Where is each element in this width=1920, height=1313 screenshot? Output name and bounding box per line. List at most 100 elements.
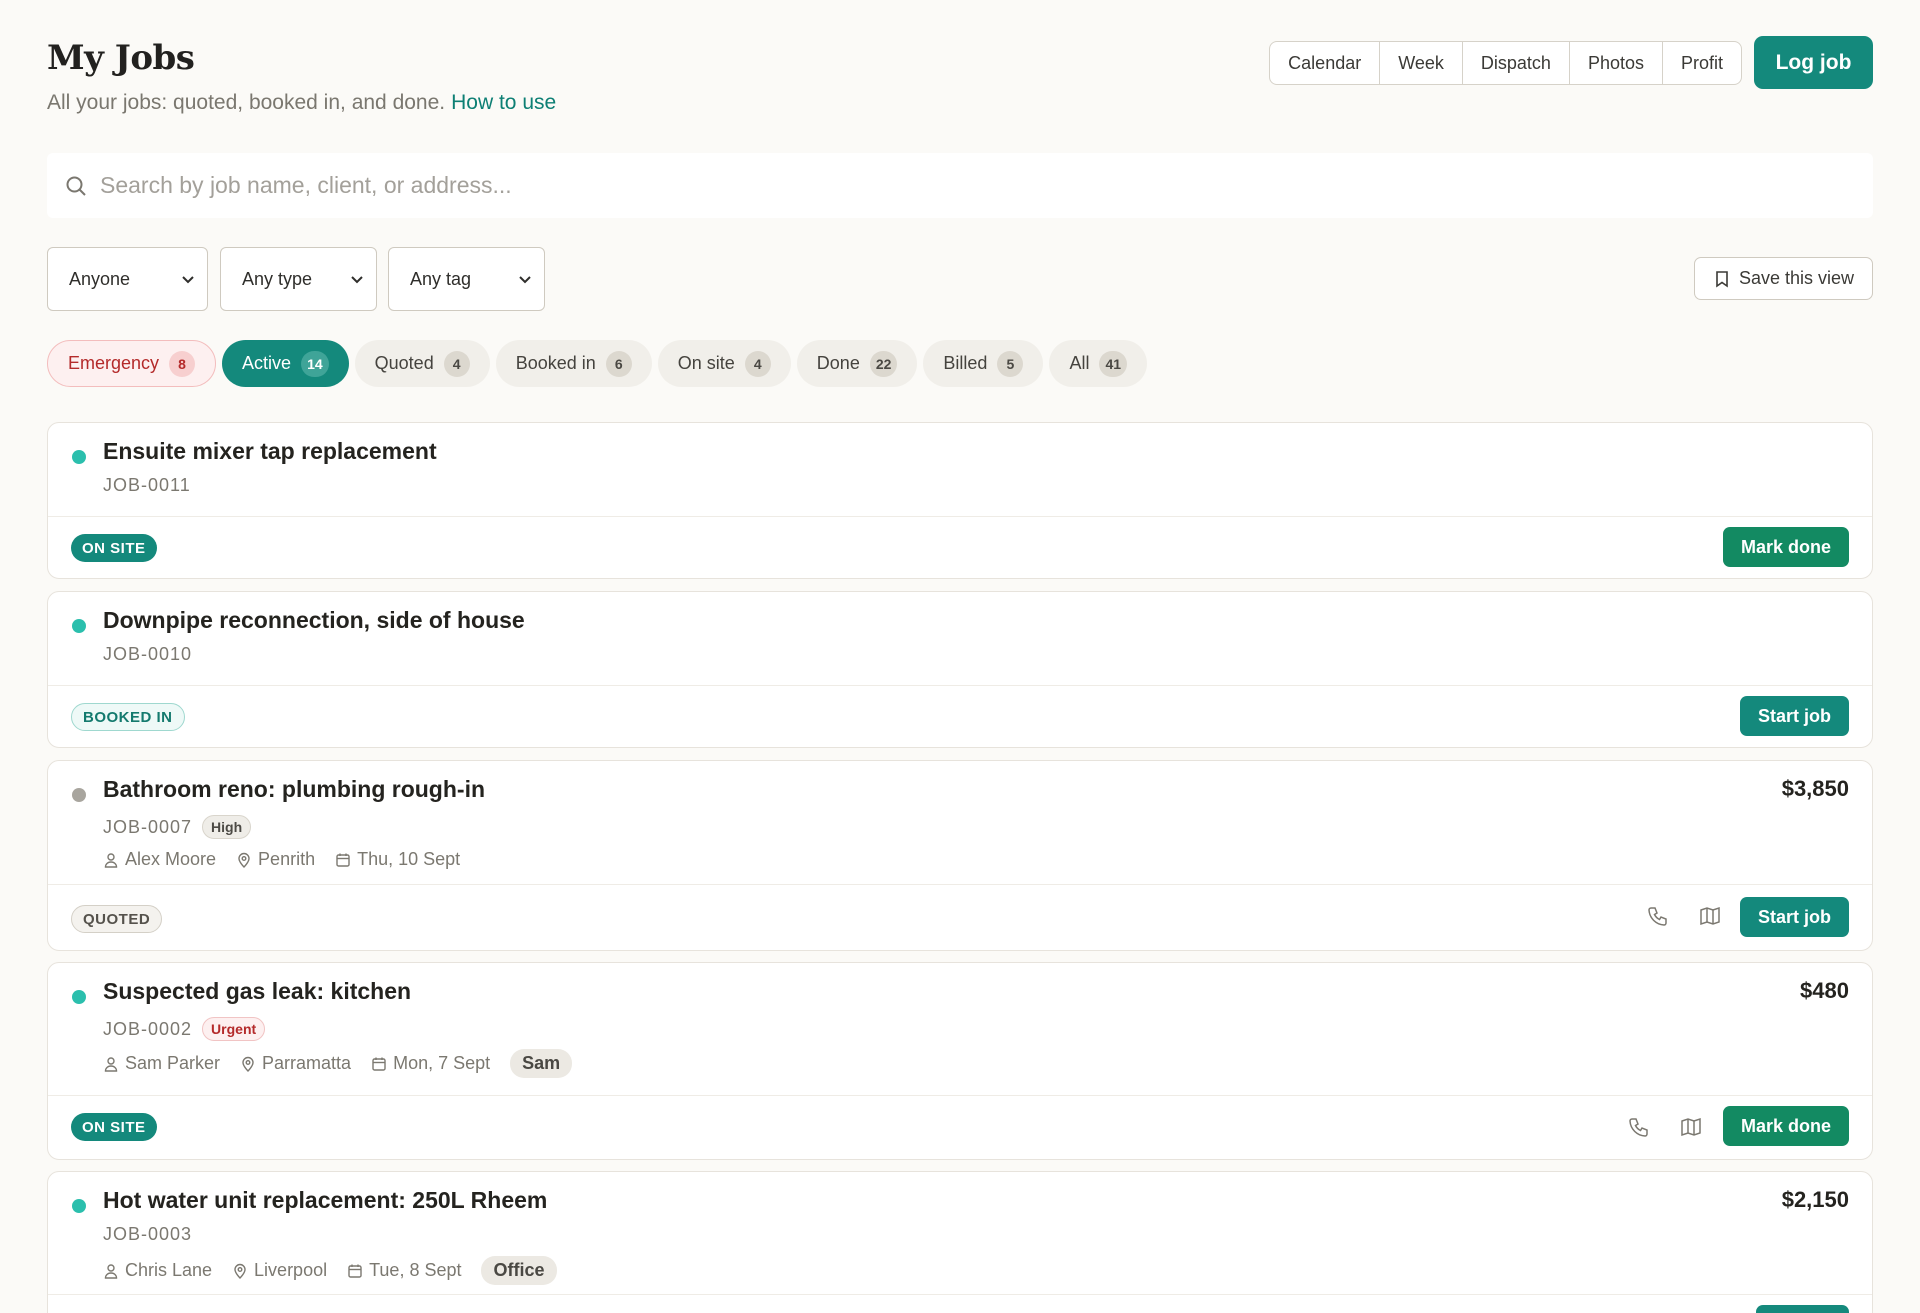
- person-filter-value: Anyone: [69, 268, 131, 289]
- job-card-footer: QUOTED Start job: [48, 884, 1872, 950]
- job-date: Tue, 8 Sept: [347, 1260, 461, 1281]
- job-price: $2,150: [1781, 1187, 1849, 1212]
- date: Mon, 7 Sept: [393, 1053, 491, 1073]
- person-filter-select[interactable]: Anyone: [47, 247, 208, 311]
- tab-count: 8: [169, 350, 196, 377]
- tab-label: Emergency: [68, 353, 160, 373]
- job-card[interactable]: Bathroom reno: plumbing rough-in $3,850 …: [47, 760, 1873, 951]
- job-number-row: JOB-0002 Urgent: [103, 1017, 266, 1041]
- type-filter-select[interactable]: Any type: [220, 247, 377, 311]
- phone-icon[interactable]: [1647, 905, 1669, 927]
- tab-booked-in[interactable]: Booked in 6: [495, 340, 652, 387]
- job-title[interactable]: Suspected gas leak: kitchen: [103, 978, 411, 1005]
- job-number: JOB-0010: [103, 644, 193, 664]
- job-number: JOB-0007: [103, 817, 193, 837]
- date: Tue, 8 Sept: [369, 1260, 462, 1280]
- search-input[interactable]: [100, 172, 1800, 199]
- user-icon: [104, 1056, 118, 1072]
- type-filter-value: Any type: [242, 268, 313, 289]
- job-title[interactable]: Bathroom reno: plumbing rough-in: [103, 776, 485, 803]
- job-title[interactable]: Downpipe reconnection, side of house: [103, 607, 525, 634]
- client-name: Chris Lane: [125, 1260, 213, 1280]
- tab-active[interactable]: Active 14: [222, 340, 349, 387]
- view-calendar-button[interactable]: Calendar: [1270, 42, 1379, 84]
- save-view-label: Save this view: [1738, 268, 1855, 288]
- status-badge: ON SITE: [71, 534, 157, 562]
- map-icon[interactable]: [1699, 905, 1721, 927]
- mark-done-button[interactable]: Mark done: [1722, 527, 1849, 567]
- search-bar: [47, 153, 1873, 218]
- suburb: Parramatta: [262, 1053, 352, 1073]
- job-title[interactable]: Hot water unit replacement: 250L Rheem: [103, 1187, 547, 1214]
- view-profit-button[interactable]: Profit: [1661, 42, 1741, 84]
- status-badge: BOOKED IN: [71, 703, 185, 731]
- client-name: Alex Moore: [125, 849, 217, 869]
- tab-label: Booked in: [515, 353, 596, 373]
- save-view-button[interactable]: Save this view: [1694, 257, 1873, 300]
- job-card[interactable]: Ensuite mixer tap replacement JOB-0011 O…: [47, 422, 1873, 579]
- tab-count: 4: [443, 350, 470, 377]
- tab-label: Billed: [943, 353, 988, 373]
- tab-count: 41: [1099, 350, 1128, 377]
- tab-count: 22: [869, 350, 898, 377]
- tab-label: All: [1069, 353, 1090, 373]
- job-card[interactable]: Hot water unit replacement: 250L Rheem $…: [47, 1171, 1873, 1313]
- tab-quoted[interactable]: Quoted 4: [354, 340, 490, 387]
- tag-filter-value: Any tag: [410, 268, 472, 289]
- tab-label: Active: [242, 353, 292, 373]
- job-card[interactable]: Downpipe reconnection, side of house JOB…: [47, 591, 1873, 748]
- action-button[interactable]: [1756, 1305, 1849, 1313]
- bookmark-icon: [1716, 270, 1728, 288]
- tab-label: Quoted: [374, 353, 434, 373]
- tab-billed[interactable]: Billed 5: [923, 340, 1044, 387]
- tab-count: 6: [605, 350, 632, 377]
- job-client: Alex Moore: [103, 849, 216, 870]
- tab-label: Done: [816, 353, 860, 373]
- phone-icon[interactable]: [1628, 1116, 1650, 1138]
- assignee-tag: Sam: [510, 1049, 573, 1078]
- log-job-button[interactable]: Log job: [1754, 36, 1873, 89]
- how-to-use-link[interactable]: How to use: [451, 91, 556, 114]
- job-number: JOB-0011: [103, 475, 191, 495]
- status-badge: ON SITE: [71, 1113, 157, 1141]
- tab-all[interactable]: All 41: [1049, 340, 1148, 387]
- status-tabs: Emergency 8 Active 14 Quoted 4 Booked in 6 O…: [47, 340, 1148, 387]
- chevron-down-icon: [351, 276, 363, 284]
- job-price: $3,850: [1781, 776, 1849, 801]
- status-dot: [72, 788, 86, 802]
- status-dot: [72, 1199, 86, 1213]
- mark-done-button[interactable]: Mark done: [1722, 1106, 1849, 1146]
- job-card-footer: BOOKED IN Start job: [48, 685, 1872, 747]
- tab-on-site[interactable]: On site 4: [657, 340, 791, 387]
- chevron-down-icon: [182, 276, 194, 284]
- client-name: Sam Parker: [125, 1053, 221, 1073]
- calendar-icon: [372, 1057, 386, 1071]
- job-location: Penrith: [236, 849, 315, 870]
- tab-count: 4: [744, 350, 771, 377]
- job-card[interactable]: Suspected gas leak: kitchen $480 JOB-000…: [47, 962, 1873, 1160]
- job-title[interactable]: Ensuite mixer tap replacement: [103, 438, 437, 465]
- calendar-icon: [336, 853, 350, 867]
- status-dot: [72, 619, 86, 633]
- tag-filter-select[interactable]: Any tag: [388, 247, 545, 311]
- start-job-button[interactable]: Start job: [1739, 897, 1849, 937]
- map-pin-icon: [238, 852, 250, 868]
- view-dispatch-button[interactable]: Dispatch: [1461, 42, 1569, 84]
- view-switcher: Calendar Week Dispatch Photos Profit: [1269, 41, 1742, 85]
- status-dot: [72, 990, 86, 1004]
- page-subtitle: All your jobs: quoted, booked in, and do…: [47, 91, 556, 115]
- view-photos-button[interactable]: Photos: [1568, 42, 1662, 84]
- job-date: Thu, 10 Sept: [335, 849, 460, 870]
- date: Thu, 10 Sept: [357, 849, 461, 869]
- start-job-button[interactable]: Start job: [1739, 696, 1849, 736]
- map-pin-icon: [234, 1263, 246, 1279]
- map-icon[interactable]: [1680, 1116, 1702, 1138]
- view-week-button[interactable]: Week: [1379, 42, 1462, 84]
- tab-emergency[interactable]: Emergency 8: [47, 340, 217, 387]
- job-date: Mon, 7 Sept: [371, 1053, 490, 1074]
- job-number: JOB-0002: [103, 1019, 193, 1039]
- suburb: Penrith: [258, 849, 316, 869]
- user-icon: [104, 852, 118, 868]
- tab-done[interactable]: Done 22: [796, 340, 918, 387]
- job-card-footer: ON SITE Mark done: [48, 1095, 1872, 1159]
